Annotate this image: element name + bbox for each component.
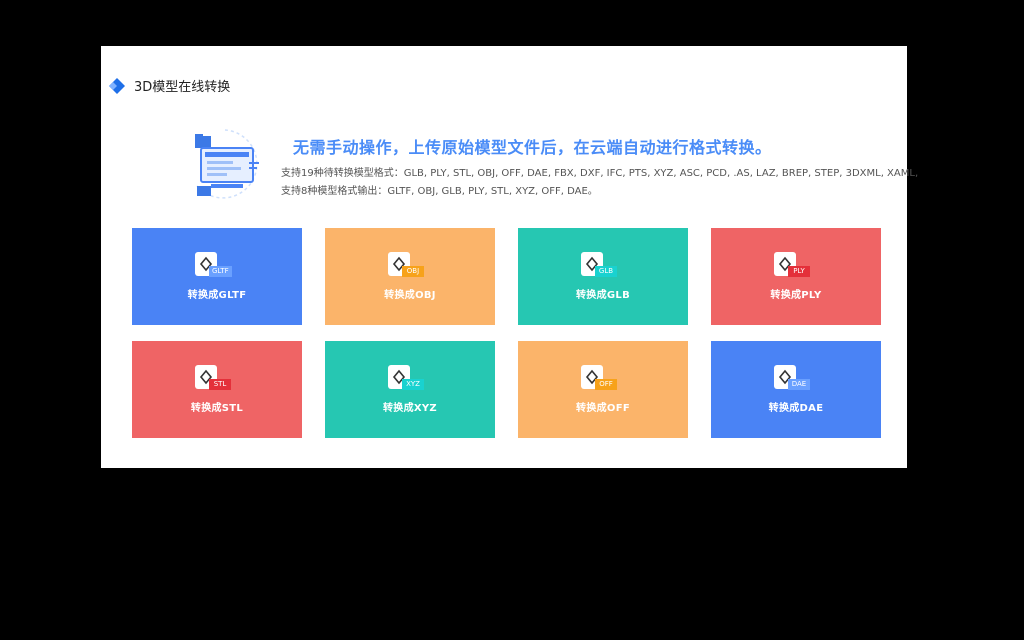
convert-stl-button[interactable]: STL 转换成STL [132, 341, 302, 438]
file-convert-icon: OFF [581, 365, 625, 393]
convert-ply-button[interactable]: PLY 转换成PLY [711, 228, 881, 325]
format-badge: STL [209, 379, 231, 390]
format-badge: DAE [788, 379, 810, 390]
tile-label: 转换成GLTF [187, 290, 247, 301]
tile-label: 转换成GLB [575, 290, 630, 301]
convert-obj-button[interactable]: OBJ 转换成OBJ [325, 228, 495, 325]
convert-dae-button[interactable]: DAE 转换成DAE [711, 341, 881, 438]
convert-xyz-button[interactable]: XYZ 转换成XYZ [325, 341, 495, 438]
supported-output-formats: 支持8种模型格式输出：GLTF, OBJ, GLB, PLY, STL, XYZ… [281, 186, 598, 197]
upload-illustration-icon [195, 129, 259, 199]
format-badge: PLY [788, 266, 810, 277]
tile-label: 转换成XYZ [382, 403, 437, 414]
tile-label: 转换成STL [190, 403, 244, 414]
file-convert-icon: DAE [774, 365, 818, 393]
tile-label: 转换成OFF [576, 403, 630, 414]
conversion-grid: GLTF 转换成GLTF OBJ 转换成OBJ GLB 转换成GLB PLY 转… [132, 228, 881, 438]
convert-glb-button[interactable]: GLB 转换成GLB [518, 228, 688, 325]
format-badge: XYZ [402, 379, 424, 390]
convert-off-button[interactable]: OFF 转换成OFF [518, 341, 688, 438]
file-convert-icon: STL [195, 365, 239, 393]
convert-gltf-button[interactable]: GLTF 转换成GLTF [132, 228, 302, 325]
file-convert-icon: OBJ [388, 252, 432, 280]
file-convert-icon: XYZ [388, 365, 432, 393]
format-badge: GLB [595, 266, 617, 277]
format-badge: OBJ [402, 266, 424, 277]
tile-label: 转换成PLY [770, 290, 822, 301]
file-convert-icon: GLTF [195, 252, 239, 280]
app-logo-icon [109, 77, 125, 94]
format-badge: OFF [595, 379, 617, 390]
converter-panel: 3D模型在线转换 无需手动操作，上传原始模型文件后，在云端自动进行格式转换。 支… [101, 46, 918, 468]
format-badge: GLTF [209, 266, 232, 277]
app-header: 3D模型在线转换 [109, 76, 230, 95]
tile-label: 转换成OBJ [384, 290, 436, 301]
file-convert-icon: GLB [581, 252, 625, 280]
supported-input-formats: 支持19种待转换模型格式：GLB, PLY, STL, OBJ, OFF, DA… [281, 168, 919, 179]
page-title: 3D模型在线转换 [134, 80, 231, 95]
hero-headline: 无需手动操作，上传原始模型文件后，在云端自动进行格式转换。 [293, 138, 772, 157]
tile-label: 转换成DAE [768, 403, 824, 414]
file-convert-icon: PLY [774, 252, 818, 280]
